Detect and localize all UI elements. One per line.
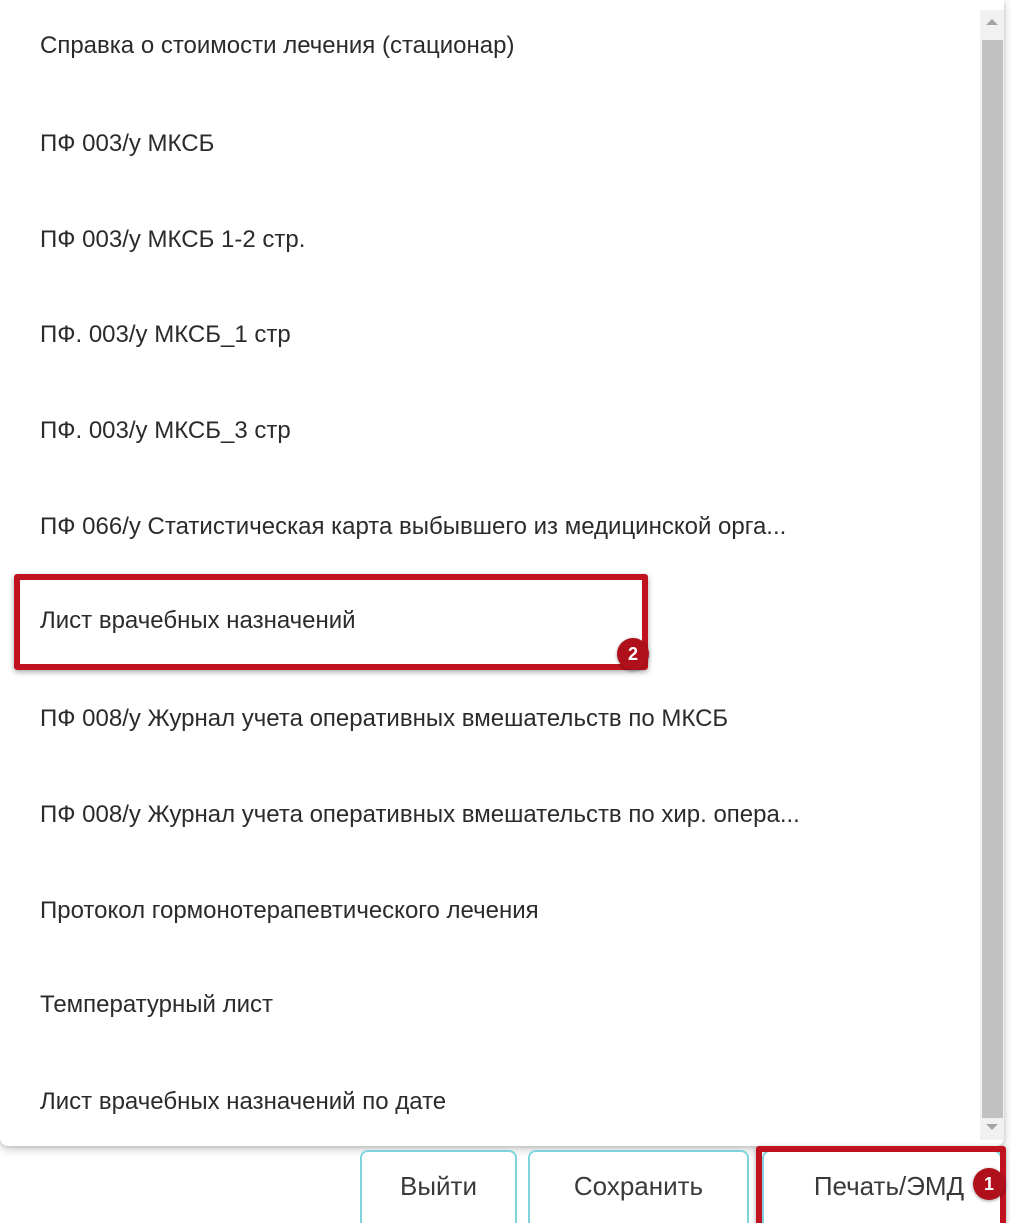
menu-item-hormone-therapy-protocol[interactable]: Протокол гормонотерапевтического лечения [40, 891, 539, 931]
menu-item-pf-008u-surgery-journal-mksb[interactable]: ПФ 008/у Журнал учета оперативных вмешат… [40, 699, 728, 739]
menu-item-prescription-sheet-by-date[interactable]: Лист врачебных назначений по дате [40, 1082, 446, 1122]
screen: Справка о стоимости лечения (стационар) … [0, 0, 1011, 1223]
menu-item-temperature-sheet[interactable]: Температурный лист [40, 985, 273, 1025]
menu-item-pf-066u-statistical-card[interactable]: ПФ 066/у Статистическая карта выбывшего … [40, 507, 786, 547]
menu-item-treatment-cost-certificate[interactable]: Справка о стоимости лечения (стационар) [40, 26, 514, 66]
scroll-up-arrow-icon[interactable] [983, 16, 1001, 28]
menu-item-pf-008u-surgery-journal-surgical[interactable]: ПФ 008/у Журнал учета оперативных вмешат… [40, 795, 800, 835]
print-emd-button[interactable]: Печать/ЭМД [762, 1150, 1002, 1223]
menu-item-pf-003u-mksb-page-1[interactable]: ПФ. 003/у МКСБ_1 стр [40, 315, 291, 355]
menu-item-prescription-sheet[interactable]: Лист врачебных назначений [40, 601, 356, 641]
annotation-badge-1: 1 [973, 1168, 1005, 1200]
menu-item-pf-003u-mksb-pages-1-2[interactable]: ПФ 003/у МКСБ 1-2 стр. [40, 220, 305, 260]
menu-item-pf-003u-mksb[interactable]: ПФ 003/у МКСБ [40, 124, 214, 164]
save-button[interactable]: Сохранить [528, 1150, 749, 1223]
scrollbar-thumb[interactable] [982, 40, 1003, 1118]
menu-item-pf-003u-mksb-page-3[interactable]: ПФ. 003/у МКСБ_3 стр [40, 411, 291, 451]
scroll-down-arrow-icon[interactable] [983, 1121, 1001, 1133]
print-forms-dropdown: Справка о стоимости лечения (стационар) … [0, 0, 1004, 1146]
annotation-badge-2: 2 [617, 638, 649, 670]
exit-button[interactable]: Выйти [360, 1150, 517, 1223]
